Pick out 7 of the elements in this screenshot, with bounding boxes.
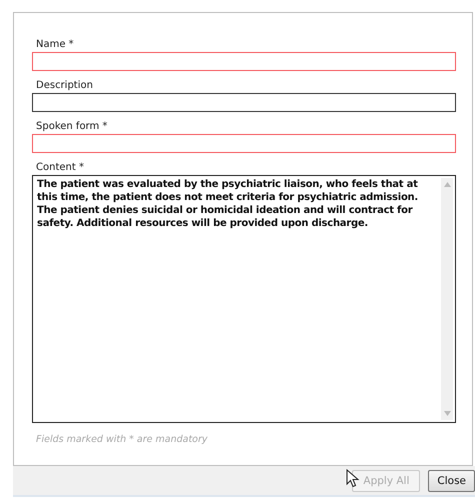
field-label: Name * [36, 38, 75, 51]
field-label: Spoken form * [36, 120, 108, 133]
content-text: The patient was evaluated by the psychiatric liaison, who feels that at this time, the patient does not meet criteria for psychiatric admission. The patient denies suicidal or homicidal ideation and will contract for safety. Additional resources will be provided upon discharge. [36, 178, 419, 231]
mandatory-note: Fields marked with * are mandatory [36, 434, 209, 445]
field-label: Content * [36, 161, 85, 174]
field-label: Description [36, 79, 94, 92]
close-button[interactable]: Close [428, 470, 475, 492]
